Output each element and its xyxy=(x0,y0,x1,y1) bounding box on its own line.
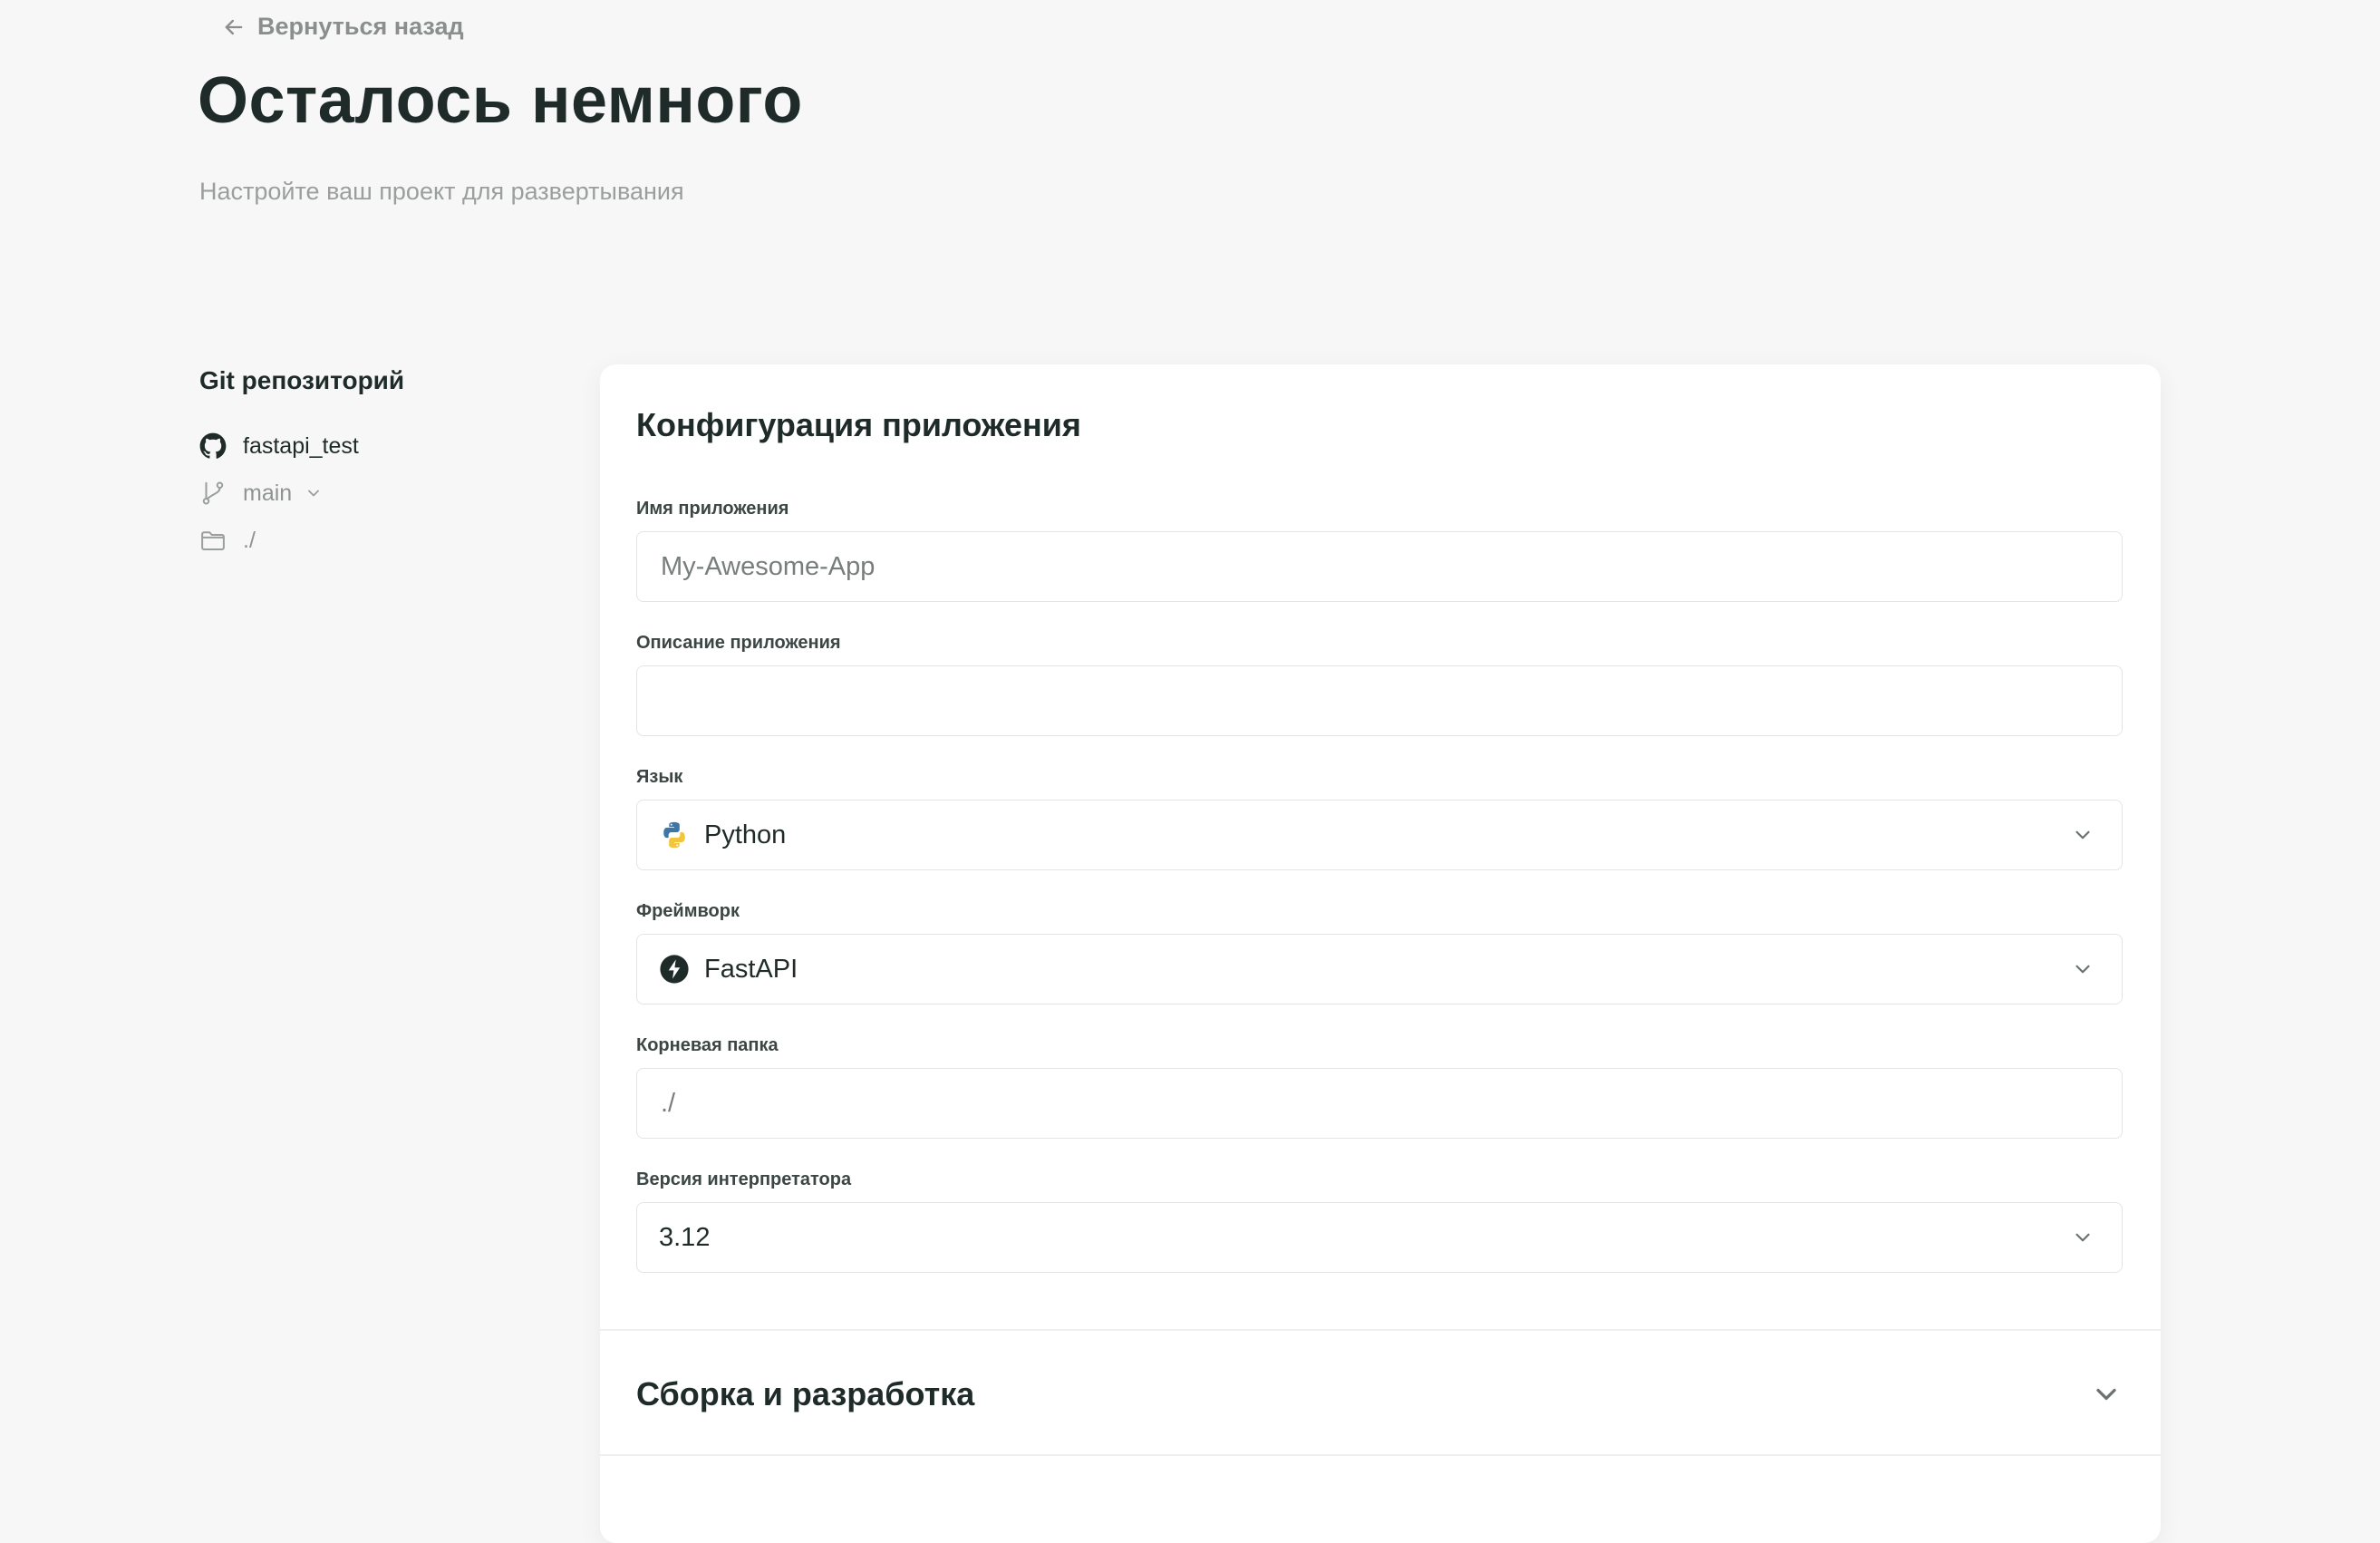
chevron-down-icon xyxy=(305,484,323,502)
page-title: Осталось немного xyxy=(198,63,803,138)
build-section-title: Сборка и разработка xyxy=(636,1375,974,1413)
folder-icon xyxy=(199,527,227,554)
fastapi-icon xyxy=(659,954,690,985)
app-name-field xyxy=(636,531,2123,602)
git-repository-panel: Git репозиторий fastapi_test main ./ xyxy=(199,366,562,564)
back-link-label: Вернуться назад xyxy=(257,13,464,41)
interpreter-version-value: 3.12 xyxy=(659,1223,2071,1253)
build-section-header[interactable]: Сборка и разработка xyxy=(636,1367,2123,1422)
root-folder-input[interactable] xyxy=(659,1088,2100,1120)
chevron-down-icon xyxy=(2071,823,2095,847)
app-description-field xyxy=(636,665,2123,736)
language-select[interactable]: Python xyxy=(636,800,2123,870)
page-subtitle: Настройте ваш проект для развертывания xyxy=(199,178,684,206)
card-title: Конфигурация приложения xyxy=(636,406,1081,444)
python-icon xyxy=(659,820,690,850)
chevron-down-icon xyxy=(2071,957,2095,981)
root-folder-field xyxy=(636,1068,2123,1139)
framework-select[interactable]: FastAPI xyxy=(636,934,2123,1004)
framework-value: FastAPI xyxy=(704,955,2071,985)
root-folder-label: Корневая папка xyxy=(636,1035,779,1056)
repository-name[interactable]: fastapi_test xyxy=(243,433,359,460)
folder-path: ./ xyxy=(243,528,256,554)
chevron-down-icon xyxy=(2090,1378,2123,1411)
section-divider xyxy=(600,1329,2161,1331)
app-name-label: Имя приложения xyxy=(636,499,788,519)
branch-selector[interactable]: main xyxy=(199,470,562,517)
language-label: Язык xyxy=(636,767,682,788)
section-divider xyxy=(600,1454,2161,1456)
git-branch-icon xyxy=(199,480,227,507)
app-description-label: Описание приложения xyxy=(636,633,841,654)
app-name-input[interactable] xyxy=(659,551,2100,583)
framework-label: Фреймворк xyxy=(636,901,740,922)
github-icon xyxy=(199,432,227,460)
repository-row: fastapi_test xyxy=(199,422,562,470)
back-link[interactable]: Вернуться назад xyxy=(221,13,464,41)
interpreter-version-select[interactable]: 3.12 xyxy=(636,1202,2123,1273)
app-description-input[interactable] xyxy=(659,685,2100,717)
language-value: Python xyxy=(704,820,2071,850)
app-configuration-card: Конфигурация приложения Имя приложения О… xyxy=(600,364,2161,1543)
chevron-down-icon xyxy=(2071,1226,2095,1249)
git-repository-title: Git репозиторий xyxy=(199,366,562,395)
arrow-left-icon xyxy=(221,15,247,40)
interpreter-version-label: Версия интерпретатора xyxy=(636,1169,851,1190)
folder-row: ./ xyxy=(199,517,562,564)
branch-name: main xyxy=(243,480,292,507)
